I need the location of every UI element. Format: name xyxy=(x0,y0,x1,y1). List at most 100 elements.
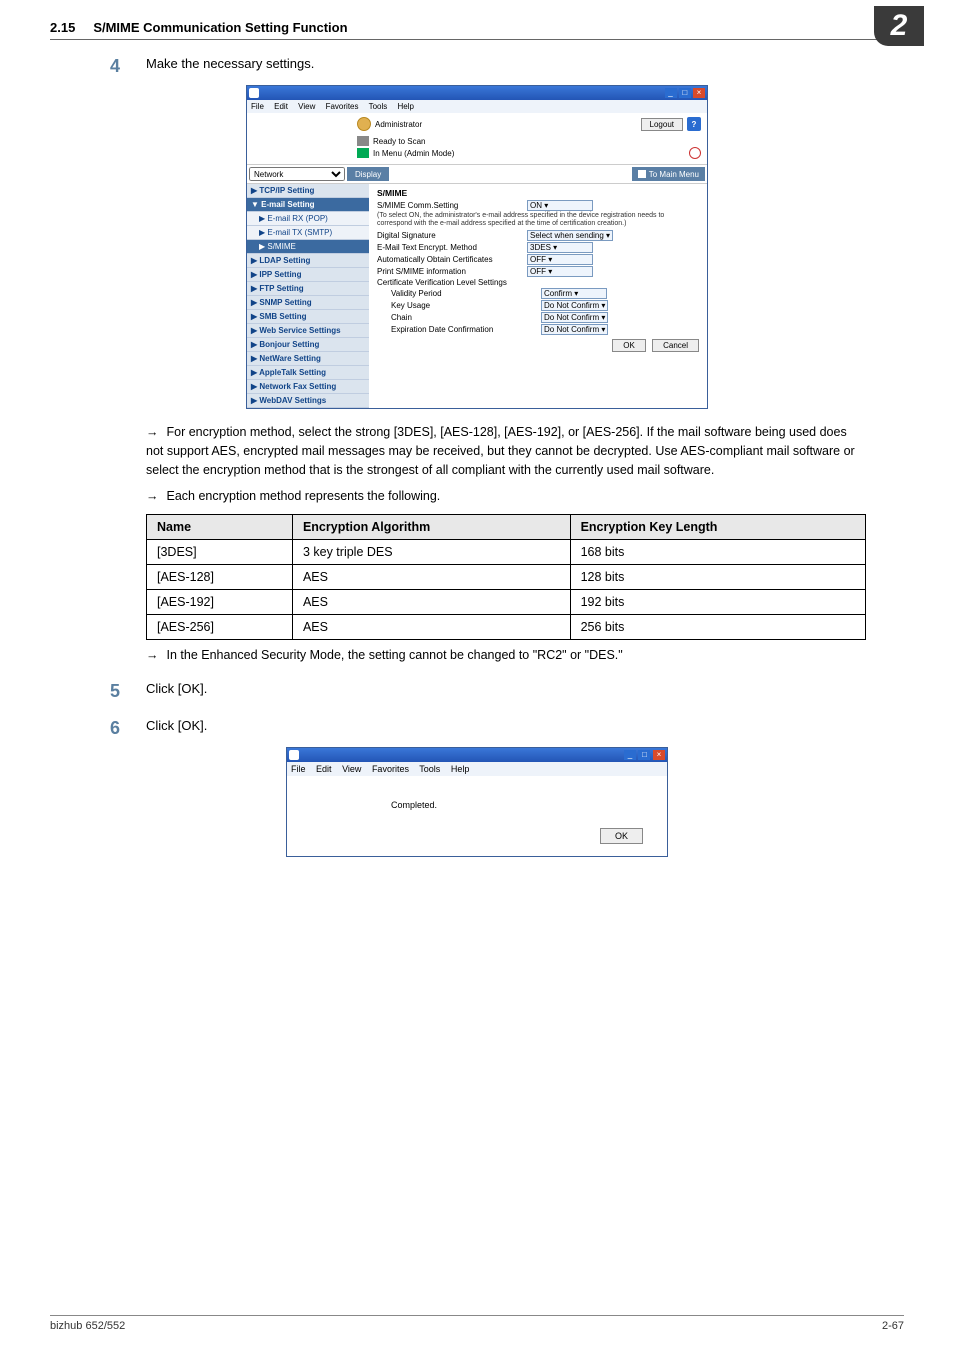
section-title: S/MIME Communication Setting Function xyxy=(93,20,347,35)
menu-tools[interactable]: Tools xyxy=(419,764,440,774)
table-cell: 3 key triple DES xyxy=(292,540,570,565)
completed-window: _ □ × File Edit View Favorites Tools Hel… xyxy=(286,747,668,857)
field-select[interactable]: Do Not Confirm ▾ xyxy=(541,300,608,311)
titlebar: _ □ × xyxy=(287,748,667,762)
menu-favorites[interactable]: Favorites xyxy=(372,764,409,774)
content-panel: S/MIME S/MIME Comm.SettingON ▾(To select… xyxy=(369,184,707,408)
menu-edit[interactable]: Edit xyxy=(316,764,332,774)
step-text: Click [OK]. xyxy=(146,718,904,739)
minimize-icon[interactable]: _ xyxy=(624,750,636,760)
menu-help[interactable]: Help xyxy=(398,102,414,111)
sidebar-item[interactable]: ▶ E-mail RX (POP) xyxy=(247,212,369,226)
section-select[interactable]: Network xyxy=(249,167,345,181)
table-cell: AES xyxy=(292,615,570,640)
field-select[interactable]: OFF ▾ xyxy=(527,254,593,265)
field-select[interactable]: Select when sending ▾ xyxy=(527,230,613,241)
footer-model: bizhub 652/552 xyxy=(50,1320,125,1332)
panel-heading: S/MIME xyxy=(377,188,699,198)
table-cell: [3DES] xyxy=(147,540,293,565)
sidebar-item[interactable]: ▶ FTP Setting xyxy=(247,282,369,296)
display-button[interactable]: Display xyxy=(347,167,389,181)
user-icon xyxy=(357,117,371,131)
sidebar-item[interactable]: ▶ Network Fax Setting xyxy=(247,380,369,394)
step-number: 5 xyxy=(110,681,146,702)
field-row: S/MIME Comm.SettingON ▾ xyxy=(377,200,699,211)
page-footer: bizhub 652/552 2-67 xyxy=(50,1315,904,1332)
step-5: 5 Click [OK]. xyxy=(110,681,904,702)
field-row: Print S/MIME informationOFF ▾ xyxy=(377,266,699,277)
sidebar-item[interactable]: ▶ IPP Setting xyxy=(247,268,369,282)
maximize-icon[interactable]: □ xyxy=(679,88,691,98)
minimize-icon[interactable]: _ xyxy=(665,88,677,98)
refresh-icon[interactable] xyxy=(689,147,701,159)
bullet-arrow-icon xyxy=(146,648,167,662)
table-row: [AES-128]AES128 bits xyxy=(147,565,866,590)
step-text: Click [OK]. xyxy=(146,681,904,702)
th-alg: Encryption Algorithm xyxy=(292,515,570,540)
sidebar-item[interactable]: ▼ E-mail Setting xyxy=(247,198,369,212)
settings-window: _ □ × File Edit View Favorites Tools Hel… xyxy=(246,85,708,409)
field-row: Digital SignatureSelect when sending ▾ xyxy=(377,230,699,241)
sidebar-item[interactable]: ▶ SMB Setting xyxy=(247,310,369,324)
step-text: Make the necessary settings. xyxy=(146,56,904,77)
menu-bar: File Edit View Favorites Tools Help xyxy=(287,762,667,776)
step-number: 4 xyxy=(110,56,146,77)
field-select[interactable]: OFF ▾ xyxy=(527,266,593,277)
field-label: Validity Period xyxy=(377,289,541,298)
table-cell: AES xyxy=(292,565,570,590)
footer-page: 2-67 xyxy=(882,1320,904,1332)
help-icon[interactable]: ? xyxy=(687,117,701,131)
menu-file[interactable]: File xyxy=(291,764,306,774)
to-main-menu-button[interactable]: To Main Menu xyxy=(632,167,705,181)
close-icon[interactable]: × xyxy=(653,750,665,760)
table-cell: 192 bits xyxy=(570,590,865,615)
status-area: Ready to Scan In Menu (Admin Mode) xyxy=(247,136,707,164)
sidebar-item[interactable]: ▶ E-mail TX (SMTP) xyxy=(247,226,369,240)
sidebar-item[interactable]: ▶ Web Service Settings xyxy=(247,324,369,338)
menu-help[interactable]: Help xyxy=(451,764,470,774)
field-select[interactable]: Do Not Confirm ▾ xyxy=(541,312,608,323)
field-label: Key Usage xyxy=(377,301,541,310)
close-icon[interactable]: × xyxy=(693,88,705,98)
menu-tools[interactable]: Tools xyxy=(369,102,388,111)
menu-view[interactable]: View xyxy=(298,102,315,111)
step-6: 6 Click [OK]. xyxy=(110,718,904,739)
logout-button[interactable]: Logout xyxy=(641,118,683,131)
menu-edit[interactable]: Edit xyxy=(274,102,288,111)
bullet-3: In the Enhanced Security Mode, the setti… xyxy=(167,648,623,662)
ok-button[interactable]: OK xyxy=(600,828,643,844)
sidebar-item[interactable]: ▶ S/MIME xyxy=(247,240,369,254)
window-buttons: _ □ × xyxy=(624,749,665,760)
menu-file[interactable]: File xyxy=(251,102,264,111)
sidebar: ▶ TCP/IP Setting▼ E-mail Setting▶ E-mail… xyxy=(247,184,369,408)
sidebar-item[interactable]: ▶ SNMP Setting xyxy=(247,296,369,310)
sidebar-item[interactable]: ▶ LDAP Setting xyxy=(247,254,369,268)
table-cell: 128 bits xyxy=(570,565,865,590)
field-row: Automatically Obtain CertificatesOFF ▾ xyxy=(377,254,699,265)
field-select[interactable]: Do Not Confirm ▾ xyxy=(541,324,608,335)
table-cell: 256 bits xyxy=(570,615,865,640)
mode-icon xyxy=(357,148,369,158)
titlebar: _ □ × xyxy=(247,86,707,100)
sidebar-item[interactable]: ▶ TCP/IP Setting xyxy=(247,184,369,198)
sidebar-item[interactable]: ▶ Bonjour Setting xyxy=(247,338,369,352)
sidebar-item[interactable]: ▶ WebDAV Settings xyxy=(247,394,369,408)
ok-button[interactable]: OK xyxy=(612,339,646,352)
table-cell: [AES-256] xyxy=(147,615,293,640)
table-cell: 168 bits xyxy=(570,540,865,565)
maximize-icon[interactable]: □ xyxy=(638,750,650,760)
menu-favorites[interactable]: Favorites xyxy=(326,102,359,111)
bullet-arrow-icon xyxy=(146,489,167,503)
field-select[interactable]: ON ▾ xyxy=(527,200,593,211)
sidebar-item[interactable]: ▶ NetWare Setting xyxy=(247,352,369,366)
encryption-table: Name Encryption Algorithm Encryption Key… xyxy=(146,514,866,640)
field-select[interactable]: Confirm ▾ xyxy=(541,288,607,299)
table-row: [AES-256]AES256 bits xyxy=(147,615,866,640)
field-select[interactable]: 3DES ▾ xyxy=(527,242,593,253)
sidebar-item[interactable]: ▶ AppleTalk Setting xyxy=(247,366,369,380)
status-ready: Ready to Scan xyxy=(373,137,425,146)
header-strip: Administrator Logout ? xyxy=(247,113,707,135)
menu-view[interactable]: View xyxy=(342,764,361,774)
field-row: Key UsageDo Not Confirm ▾ xyxy=(377,300,699,311)
cancel-button[interactable]: Cancel xyxy=(652,339,699,352)
